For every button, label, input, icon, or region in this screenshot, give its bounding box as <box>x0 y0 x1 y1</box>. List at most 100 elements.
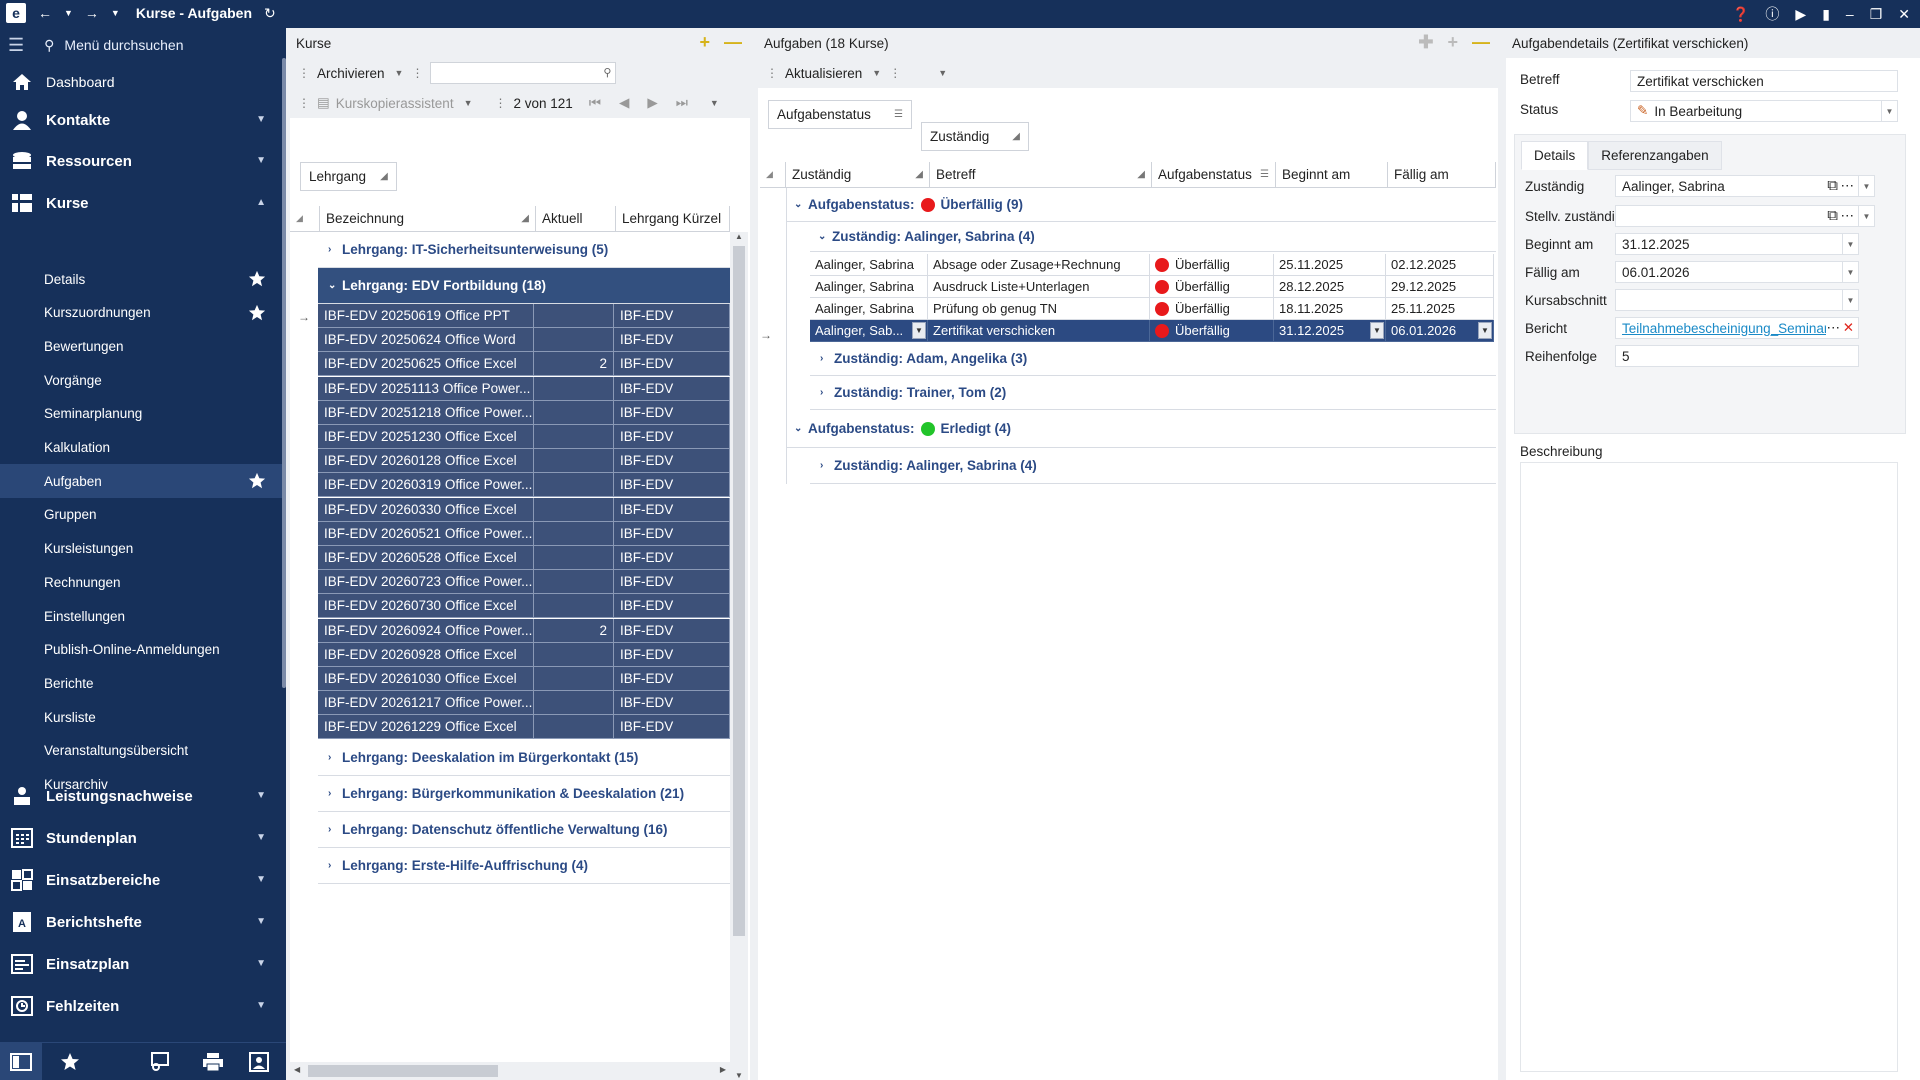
chevron-up-icon[interactable]: ▲ <box>256 197 266 208</box>
kurse-vertical-scrollbar[interactable]: ▲ ▼ <box>730 232 748 1080</box>
task-row[interactable]: Aalinger, Sabrina Ausdruck Liste+Unterlag… <box>810 276 1496 298</box>
copy-assistant-dropdown-icon[interactable]: ▼ <box>464 98 473 108</box>
chevron-down-icon[interactable]: ▼ <box>1842 262 1858 282</box>
chevron-down-icon[interactable]: ⌄ <box>794 199 808 210</box>
chevron-right-icon[interactable]: › <box>328 788 342 799</box>
table-row[interactable]: IBF-EDV 20260528 Office Excel IBF-EDV <box>318 546 730 570</box>
play-icon[interactable]: ▶ <box>1795 6 1806 23</box>
table-row[interactable]: IBF-EDV 20260723 Office Power... IBF-EDV <box>318 570 730 595</box>
table-row[interactable]: IBF-EDV 20251230 Office Excel IBF-EDV <box>318 425 730 449</box>
group-row-lehrgang[interactable]: › Lehrgang: Datenschutz öffentliche Verwa… <box>318 811 730 848</box>
faellig-input[interactable]: 06.01.2026 ▼ <box>1615 261 1859 283</box>
chevron-down-icon[interactable]: ▼ <box>256 114 266 125</box>
group-chip-aufgabenstatus[interactable]: Aufgabenstatus ☰ <box>768 100 912 129</box>
col-header-beginnt[interactable]: Beginnt am <box>1276 162 1388 188</box>
next-page-icon[interactable]: ▶ <box>647 95 657 111</box>
zustaendig-input[interactable]: Aalinger, Sabrina ⧉ ⋯ ▼ <box>1615 175 1875 197</box>
table-row[interactable]: IBF-EDV 20251218 Office Power... IBF-EDV <box>318 400 730 425</box>
more-icon[interactable]: ⋯ <box>1841 208 1855 224</box>
chevron-right-icon[interactable]: › <box>328 860 342 871</box>
back-icon[interactable]: ← <box>38 5 52 21</box>
info-icon[interactable]: ⓘ <box>1765 4 1779 24</box>
group-row-lehrgang[interactable]: › Lehrgang: Erste-Hilfe-Auffrischung (4) <box>318 847 730 884</box>
chevron-right-icon[interactable]: › <box>820 387 834 398</box>
back-dropdown-icon[interactable]: ▼ <box>64 8 73 18</box>
sidebar-subitem-details[interactable]: Details <box>0 262 282 296</box>
kurse-horizontal-scrollbar[interactable]: ◀ ▶ <box>290 1062 730 1080</box>
restore-icon[interactable]: ❐ <box>1870 6 1883 23</box>
col-header-zustaendig[interactable]: Zuständig ◢ <box>786 162 930 188</box>
task-cell-start[interactable]: 31.12.2025 ▼ <box>1274 320 1386 342</box>
chevron-down-icon[interactable]: ▼ <box>256 155 266 166</box>
pager-dropdown-icon[interactable]: ▼ <box>710 98 719 108</box>
group-row-overdue[interactable]: ⌄ Aufgabenstatus: Überfällig (9) <box>786 188 1496 222</box>
sidebar-subitem-aufgaben[interactable]: Aufgaben <box>0 464 282 499</box>
subgroup-row-trainer[interactable]: › Zuständig: Trainer, Tom (2) <box>810 376 1496 410</box>
col-header-aktuell[interactable]: Aktuell <box>536 206 616 232</box>
group-row-lehrgang[interactable]: ⌄ Lehrgang: EDV Fortbildung (18) <box>318 268 730 304</box>
chevron-down-icon[interactable]: ▼ <box>256 958 266 969</box>
kursabschnitt-select[interactable]: ▼ <box>1615 289 1859 311</box>
chevron-down-icon[interactable]: ▼ <box>912 322 926 339</box>
chevron-right-icon[interactable]: › <box>328 244 342 255</box>
chevron-down-icon[interactable]: ▼ <box>256 1000 266 1011</box>
group-row-done[interactable]: ⌄ Aufgabenstatus: Erledigt (4) <box>786 410 1496 448</box>
more-icon[interactable]: ⋯ <box>1827 320 1841 336</box>
help-icon[interactable]: ❓ <box>1732 6 1749 23</box>
copy-assistant-button[interactable]: Kurskopierassistent <box>336 96 454 111</box>
kurse-search-input[interactable]: ⚲ <box>430 62 617 84</box>
scroll-thumb[interactable] <box>308 1065 498 1077</box>
table-row[interactable]: IBF-EDV 20261217 Office Power... IBF-EDV <box>318 691 730 716</box>
tab-referenzangaben[interactable]: Referenzangaben <box>1588 141 1722 170</box>
sidebar-item-einsatzplan[interactable]: Einsatzplan ▼ <box>0 944 282 984</box>
hamburger-icon[interactable]: ☰ <box>8 35 24 56</box>
beginnt-input[interactable]: 31.12.2025 ▼ <box>1615 233 1859 255</box>
tab-details[interactable]: Details <box>1521 141 1589 170</box>
group-chip-zustaendig[interactable]: Zuständig ◢ <box>921 122 1029 151</box>
chevron-down-icon[interactable]: ▼ <box>256 832 266 843</box>
table-row[interactable]: IBF-EDV 20260924 Office Power... 2 IBF-EDV <box>318 618 730 643</box>
col-header-aufgabenstatus[interactable]: Aufgabenstatus ☰ <box>1152 162 1276 188</box>
chevron-down-icon[interactable]: ▼ <box>1842 234 1858 254</box>
chevron-down-icon[interactable]: ▼ <box>1842 290 1858 310</box>
sidebar-item-berichtshefte[interactable]: A Berichtshefte ▼ <box>0 902 282 942</box>
sidebar-subitem-kurszuordnungen[interactable]: Kurszuordnungen <box>0 296 282 330</box>
prev-page-icon[interactable]: ◀ <box>619 95 629 111</box>
sidebar-subitem-bewertungen[interactable]: Bewertungen <box>0 329 282 363</box>
scroll-thumb[interactable] <box>733 246 745 936</box>
sidebar-subitem-einstellungen[interactable]: Einstellungen <box>0 599 282 633</box>
sidebar-item-kurse[interactable]: Kurse ▲ <box>0 183 282 223</box>
sidebar-item-ressourcen[interactable]: Ressourcen ▼ <box>0 141 282 181</box>
sidebar-item-kontakte[interactable]: Kontakte ▼ <box>0 100 282 140</box>
col-header-bezeichnung[interactable]: Bezeichnung ◢ <box>320 206 536 232</box>
betreff-input[interactable]: Zertifikat verschicken <box>1630 70 1898 92</box>
task-cell-who[interactable]: Aalinger, Sab... ▼ <box>810 320 928 342</box>
beschreibung-textarea[interactable] <box>1520 462 1898 1072</box>
task-cell-status[interactable]: Überfällig <box>1150 320 1274 342</box>
preview-icon[interactable] <box>130 1043 190 1080</box>
table-row[interactable]: IBF-EDV 20260730 Office Excel IBF-EDV <box>318 594 730 619</box>
clear-icon[interactable]: ✕ <box>1843 320 1854 336</box>
search-icon[interactable]: ⚲ <box>603 66 611 79</box>
more-dropdown-icon[interactable]: ▼ <box>938 68 947 78</box>
archive-dropdown-icon[interactable]: ▼ <box>395 68 404 78</box>
sidebar-subitem-kursleistungen[interactable]: Kursleistungen <box>0 532 282 566</box>
sidebar-item-dashboard[interactable]: Dashboard <box>0 62 282 102</box>
col-header-faellig[interactable]: Fällig am <box>1388 162 1496 188</box>
sidebar-subitem-publish-online-anmeldungen[interactable]: Publish-Online-Anmeldungen <box>0 633 282 667</box>
table-row[interactable]: IBF-EDV 20261030 Office Excel IBF-EDV <box>318 667 730 691</box>
task-row[interactable]: Aalinger, Sab... ▼ Zertifikat verschicken Ü… <box>810 320 1496 342</box>
sidebar-subitem-berichte[interactable]: Berichte <box>0 666 282 700</box>
chevron-down-icon[interactable]: ⌄ <box>818 231 832 242</box>
task-cell-due[interactable]: 06.01.2026 ▼ <box>1386 320 1494 342</box>
status-select[interactable]: ✎ In Bearbeitung ▼ <box>1630 100 1898 122</box>
collapse-icon[interactable]: — <box>724 33 742 51</box>
refresh-button[interactable]: Aktualisieren <box>785 66 862 81</box>
sidebar-subitem-vorgänge[interactable]: Vorgänge <box>0 363 282 397</box>
sidebar-subitem-kursarchiv[interactable]: Kursarchiv <box>0 768 282 802</box>
table-row[interactable]: IBF-EDV 20260128 Office Excel IBF-EDV <box>318 449 730 474</box>
sidebar-item-stundenplan[interactable]: Stundenplan ▼ <box>0 818 282 858</box>
chevron-down-icon[interactable]: ▼ <box>1881 101 1897 121</box>
table-row[interactable]: IBF-EDV 20250625 Office Excel 2 IBF-EDV <box>318 352 730 377</box>
sidebar-item-fehlzeiten[interactable]: Fehlzeiten ▼ <box>0 986 282 1026</box>
